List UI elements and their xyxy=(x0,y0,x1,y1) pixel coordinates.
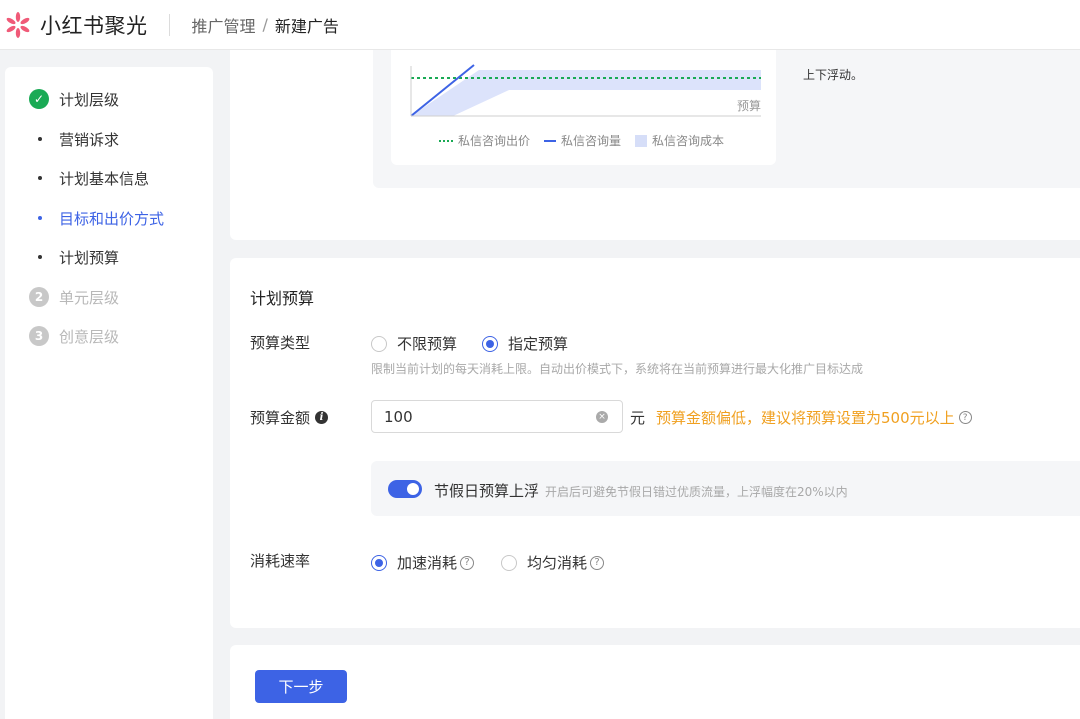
step-number-badge: 2 xyxy=(29,287,49,307)
clear-icon[interactable]: × xyxy=(596,411,608,423)
budget-type-hint: 限制当前计划的每天消耗上限。自动出价模式下，系统将在当前预算进行最大化推广目标达… xyxy=(371,362,864,376)
dotted-line-icon xyxy=(439,139,453,142)
radio-checked-icon[interactable] xyxy=(482,335,499,352)
chart-plot: 预算 xyxy=(410,64,761,117)
cost-area xyxy=(411,70,761,116)
budget-amount-input[interactable]: 100 × xyxy=(371,400,623,433)
brand-name: 小红书聚光 xyxy=(40,13,148,38)
radio-checked-icon[interactable] xyxy=(371,554,387,571)
sidebar-item-label: 目标和出价方式 xyxy=(59,209,165,228)
help-icon[interactable]: ? xyxy=(460,555,475,570)
check-icon: ✓ xyxy=(29,89,49,109)
budget-type-unlimited[interactable]: 不限预算 xyxy=(371,333,457,354)
budget-type-label: 预算类型 xyxy=(250,334,311,352)
budget-warning: 预算金额偏低，建议将预算设置为500元以上 ? xyxy=(656,407,972,428)
consume-rate-even[interactable]: 均匀消耗 ? xyxy=(501,552,605,573)
budget-amount-label: 预算金额 xyxy=(250,409,311,427)
holiday-float-hint: 开启后可避免节假日错过优质流量，上浮幅度在20%以内 xyxy=(545,485,848,499)
help-icon[interactable]: ? xyxy=(590,555,605,570)
radio-unchecked-icon[interactable] xyxy=(371,335,387,352)
radio-label: 均匀消耗 xyxy=(527,554,588,572)
budget-amount-value: 100 xyxy=(384,407,413,426)
radio-label: 加速消耗 xyxy=(397,554,458,572)
breadcrumb-current: 新建广告 xyxy=(274,16,339,36)
bidding-chart: 预算 私信咨询出价 私信咨询量 私信咨询成本 xyxy=(391,50,776,165)
x-axis-label: 预算 xyxy=(737,98,761,113)
holiday-float-toggle[interactable] xyxy=(388,480,422,498)
sidebar-item-basic-info[interactable]: 计划基本信息 xyxy=(5,167,149,189)
currency-unit: 元 xyxy=(630,409,646,427)
consume-rate-accelerated[interactable]: 加速消耗 ? xyxy=(371,552,475,573)
radio-label: 指定预算 xyxy=(508,335,569,353)
budget-warning-text: 预算金额偏低，建议将预算设置为500元以上 xyxy=(656,409,955,427)
area-swatch-icon xyxy=(635,134,648,147)
chart-legend: 私信咨询出价 私信咨询量 私信咨询成本 xyxy=(439,132,738,149)
bullet-icon xyxy=(38,255,42,259)
info-icon[interactable]: i xyxy=(315,411,329,424)
holiday-float-panel: 节假日预算上浮 开启后可避免节假日错过优质流量，上浮幅度在20%以内 xyxy=(371,461,1080,516)
flower-logo-icon xyxy=(3,10,33,40)
legend-item-bid: 私信咨询出价 xyxy=(439,132,530,149)
step-number-badge: 3 xyxy=(29,326,49,346)
chart-note-text: 上下浮动。 xyxy=(803,68,864,82)
consume-rate-radio-group: 加速消耗 ? 均匀消耗 ? xyxy=(371,552,629,573)
sidebar-item-label: 单元层级 xyxy=(59,288,120,307)
radio-label: 不限预算 xyxy=(397,335,458,353)
budget-type-radio-group: 不限预算 指定预算 xyxy=(371,333,593,354)
sidebar-item-creative-level: 3 创意层级 xyxy=(5,325,119,347)
top-header: 小红书聚光 推广管理 / 新建广告 xyxy=(0,0,1080,50)
legend-label: 私信咨询量 xyxy=(561,134,622,148)
solid-line-icon xyxy=(544,139,557,142)
legend-label: 私信咨询出价 xyxy=(458,134,531,148)
legend-item-volume: 私信咨询量 xyxy=(544,132,621,149)
consume-rate-label: 消耗速率 xyxy=(250,552,311,570)
sidebar-item-marketing-goal[interactable]: 营销诉求 xyxy=(5,128,119,150)
sidebar-item-label: 计划层级 xyxy=(59,90,120,109)
sidebar-item-label: 创意层级 xyxy=(59,327,120,346)
sidebar-item-target-bidding[interactable]: 目标和出价方式 xyxy=(5,207,164,229)
bidding-explainer-card: 预算 私信咨询出价 私信咨询量 私信咨询成本 上下浮动。 xyxy=(230,50,1080,240)
chart-panel: 预算 私信咨询出价 私信咨询量 私信咨询成本 xyxy=(373,50,1080,188)
footer-card: 下一步 xyxy=(230,645,1080,719)
breadcrumb-parent[interactable]: 推广管理 xyxy=(192,13,256,37)
help-icon[interactable]: ? xyxy=(958,411,972,424)
bullet-icon xyxy=(38,176,42,180)
sidebar-item-unit-level: 2 单元层级 xyxy=(5,286,119,308)
header-divider xyxy=(168,13,170,36)
sidebar-item-plan-level[interactable]: ✓ 计划层级 xyxy=(5,88,119,110)
sidebar-item-label: 营销诉求 xyxy=(59,130,120,149)
section-title: 计划预算 xyxy=(250,289,315,308)
next-step-button[interactable]: 下一步 xyxy=(255,670,347,703)
radio-unchecked-icon[interactable] xyxy=(501,554,518,571)
breadcrumb: 推广管理 / 新建广告 xyxy=(192,13,339,37)
bullet-icon xyxy=(38,137,42,141)
legend-item-cost: 私信咨询成本 xyxy=(635,132,724,149)
budget-type-specified[interactable]: 指定预算 xyxy=(482,333,568,354)
sidebar-item-plan-budget[interactable]: 计划预算 xyxy=(5,246,119,268)
brand-logo[interactable]: 小红书聚光 xyxy=(3,10,148,40)
bullet-icon xyxy=(38,216,42,220)
sidebar-item-label: 计划预算 xyxy=(59,248,120,267)
breadcrumb-separator: / xyxy=(262,15,268,34)
sidebar-item-label: 计划基本信息 xyxy=(59,169,150,188)
plan-budget-card: 计划预算 预算类型 不限预算 指定预算 限制当前计划的每天消耗上限。自动出价模式… xyxy=(230,258,1080,628)
legend-label: 私信咨询成本 xyxy=(652,134,725,148)
budget-amount-label-row: 预算金额 i xyxy=(250,407,329,428)
step-sidebar: ✓ 计划层级 营销诉求 计划基本信息 目标和出价方式 计划预算 2 单元层级 3… xyxy=(5,67,213,719)
holiday-float-label: 节假日预算上浮 xyxy=(434,482,540,500)
